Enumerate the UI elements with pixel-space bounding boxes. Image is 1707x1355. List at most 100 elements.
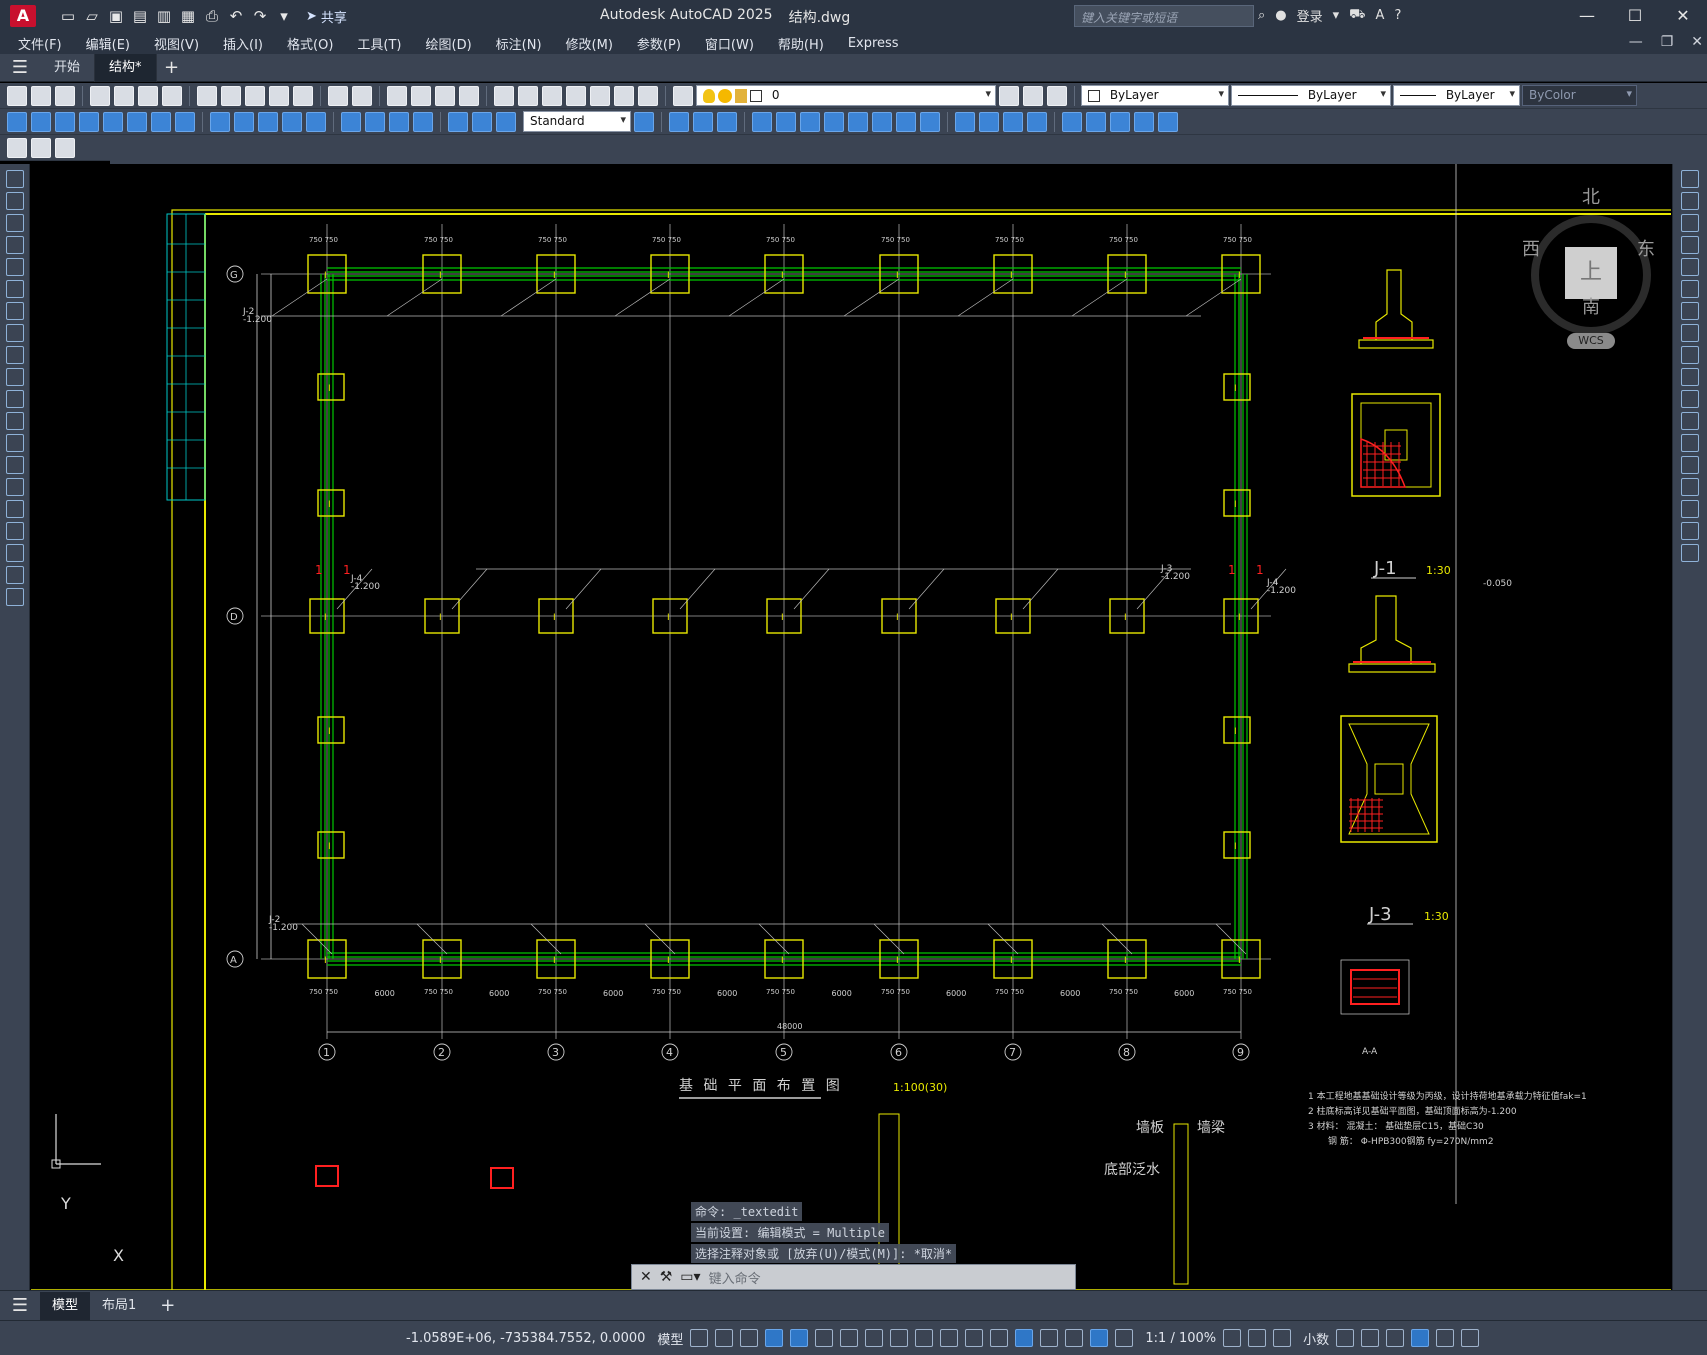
undo-icon[interactable]: ↶ [226,6,246,26]
cart-icon[interactable]: ⛟ [1349,7,1365,24]
ortho-icon[interactable] [790,1329,809,1347]
thicken-icon[interactable] [979,111,999,132]
layout-menu-icon[interactable]: ☰ [0,1295,40,1316]
customize-wrench-icon[interactable]: ⚒ [660,1269,673,1285]
quick-properties-icon[interactable] [1336,1329,1355,1347]
continue-dim-icon[interactable] [258,111,278,132]
isodraft-icon[interactable] [840,1329,859,1347]
menu-item[interactable]: 窗口(W) [705,34,765,53]
sweep-icon[interactable] [800,111,820,132]
cylinder-icon[interactable] [693,111,713,132]
customization-menu-icon[interactable] [1461,1329,1480,1347]
linear-dim-icon[interactable] [7,111,27,132]
login-button[interactable]: 登录 [1297,6,1323,25]
layer-state-icon[interactable] [1047,85,1067,106]
aligned-dim-icon[interactable] [31,111,51,132]
workspace-gear-icon[interactable] [1223,1329,1242,1347]
polar-icon[interactable] [815,1329,834,1347]
copy-icon[interactable] [221,85,241,106]
qnew-icon[interactable] [7,85,27,106]
box-icon[interactable] [669,111,689,132]
wcs-menu[interactable]: WCS [1567,333,1615,349]
plot-preview-icon[interactable] [114,85,134,106]
block-editor-icon[interactable] [293,85,313,106]
spline-icon[interactable] [5,346,24,364]
share-button[interactable]: ➤ 共享 [306,7,347,26]
cut-icon[interactable] [197,85,217,106]
print-icon[interactable]: ⎙ [202,6,222,26]
scale-icon[interactable] [1681,324,1699,342]
extrude-icon[interactable] [752,111,772,132]
menu-item[interactable]: 工具(T) [357,34,412,53]
annotation-monitor-icon[interactable] [1248,1329,1267,1347]
baseline-dim-icon[interactable] [234,111,254,132]
array-icon[interactable] [1681,258,1699,276]
explode-icon[interactable] [1681,544,1699,562]
hatch-icon[interactable] [5,478,24,496]
inspection-icon[interactable] [389,111,409,132]
doc-minimize-icon[interactable]: — [1629,34,1643,50]
layer-properties-icon[interactable] [673,85,693,106]
join-icon[interactable] [1681,456,1699,474]
model-space-button[interactable]: 模型 [657,1329,683,1348]
menu-item[interactable]: 文件(F) [18,34,73,53]
update-fields-icon[interactable] [55,137,75,158]
line-icon[interactable] [5,170,24,188]
layer-select[interactable]: 0 ▾ [696,85,996,106]
3d-print-icon[interactable] [162,85,182,106]
compass-north[interactable]: 北 [1582,183,1600,209]
rectangle-icon[interactable] [5,258,24,276]
move-icon[interactable] [1681,280,1699,298]
blend-icon[interactable] [1681,522,1699,540]
lineweight-icon[interactable] [915,1329,934,1347]
transparency-icon[interactable] [940,1329,959,1347]
break-at-point-icon[interactable] [1681,412,1699,430]
loft-icon[interactable] [848,111,868,132]
mesh-icon[interactable] [1158,111,1178,132]
markup-icon[interactable] [590,85,610,106]
menu-item[interactable]: 视图(V) [154,34,210,53]
region-icon[interactable] [5,522,24,540]
object-snap-tracking-icon[interactable] [865,1329,884,1347]
color-select[interactable]: ByLayer ▾ [1081,85,1229,106]
menu-item[interactable]: 修改(M) [566,34,624,53]
zoom-previous-icon[interactable] [459,85,479,106]
object-snap-icon[interactable] [890,1329,909,1347]
autodesk-account-icon[interactable]: A [1376,8,1385,23]
annotation-scale[interactable]: 1:1 / 100% [1145,1331,1216,1346]
tolerance-icon[interactable] [341,111,361,132]
lock-ui-icon[interactable] [1361,1329,1380,1347]
zoom-window-icon[interactable] [435,85,455,106]
pan-icon[interactable] [387,85,407,106]
quick-dim-icon[interactable] [210,111,230,132]
tool-palettes-icon[interactable] [542,85,562,106]
mirror-icon[interactable] [1681,214,1699,232]
break-icon[interactable] [1681,434,1699,452]
dim-space-icon[interactable] [282,111,302,132]
help-icon[interactable]: ? [1394,8,1401,23]
isolate-objects-icon[interactable] [1386,1329,1405,1347]
infer-constraints-icon[interactable] [740,1329,759,1347]
center-mark-icon[interactable] [365,111,385,132]
sheet-set-icon[interactable] [566,85,586,106]
shell-icon[interactable] [1062,111,1082,132]
diameter-dim-icon[interactable] [151,111,171,132]
units-icon[interactable] [1273,1329,1292,1347]
circle-icon[interactable] [5,302,24,320]
layer-previous-icon[interactable] [1023,85,1043,106]
redo-toolbar-icon[interactable] [352,85,372,106]
redo-icon[interactable]: ↷ [250,6,270,26]
tab-start[interactable]: 开始 [40,53,96,82]
save-toolbar-icon[interactable] [55,85,75,106]
ordinate-dim-icon[interactable] [79,111,99,132]
calculator-icon[interactable] [614,85,634,106]
paste-icon[interactable] [245,85,265,106]
mtext-icon[interactable] [5,566,24,584]
doc-close-icon[interactable]: ✕ [1691,34,1703,50]
rotate-icon[interactable] [1681,302,1699,320]
design-center-icon[interactable] [518,85,538,106]
dynamic-ucs-icon[interactable] [1015,1329,1034,1347]
dynamic-input-icon[interactable] [765,1329,784,1347]
grid-icon[interactable] [690,1329,709,1347]
qat-menu-chevron-icon[interactable]: ▾ [274,6,294,26]
